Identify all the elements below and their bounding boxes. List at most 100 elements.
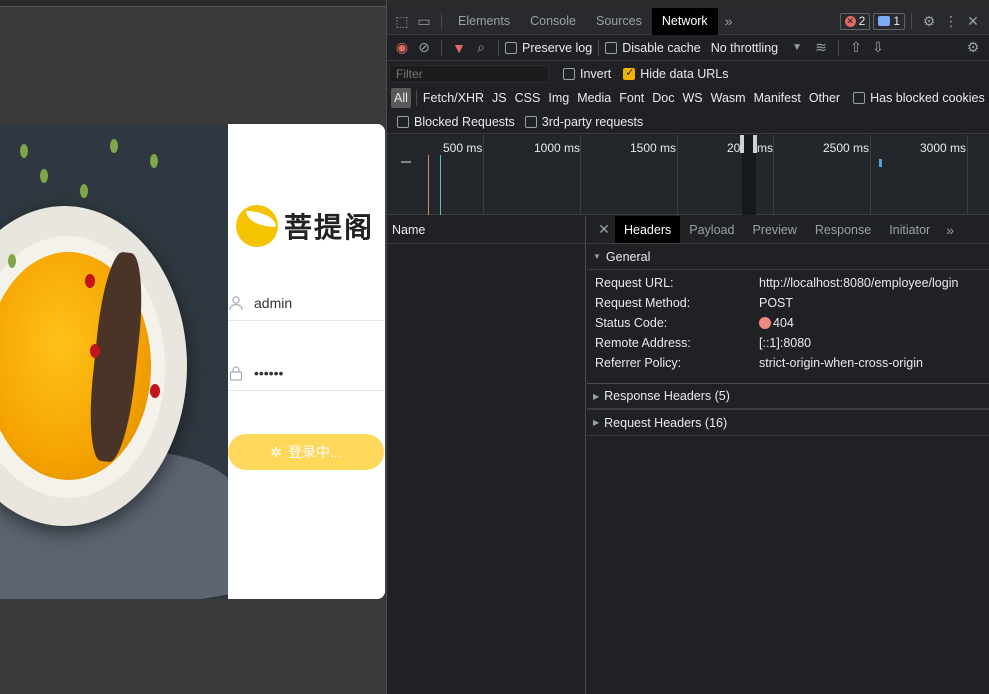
filter-type-fetch-xhr[interactable]: Fetch/XHR [420, 88, 487, 108]
hide-data-urls-checkbox[interactable]: Hide data URLs [623, 66, 729, 81]
tab-elements[interactable]: Elements [448, 8, 520, 35]
collapsed-triangle-icon: ▶ [593, 391, 600, 401]
export-har-download-icon[interactable]: ⇩ [867, 38, 889, 58]
general-row: Request URL: http://localhost:8080/emplo… [587, 273, 989, 293]
invert-label: Invert [580, 67, 612, 81]
has-blocked-cookies-label: Has blocked cookies [870, 91, 985, 105]
request-url-value: http://localhost:8080/employee/login [759, 276, 959, 290]
search-icon[interactable]: ⌕ [470, 38, 492, 58]
request-headers-title: Request Headers (16) [604, 415, 728, 430]
tab-preview[interactable]: Preview [743, 216, 805, 243]
filter-type-img[interactable]: Img [545, 88, 572, 108]
tab-headers[interactable]: Headers [615, 216, 681, 243]
general-row: Referrer Policy: strict-origin-when-cros… [587, 353, 989, 373]
timeline-gridline [483, 135, 484, 215]
leaf-shape [8, 254, 16, 268]
domcontentloaded-marker [440, 155, 441, 215]
brand-logo: 菩提阁 [236, 204, 385, 248]
general-title: General [605, 249, 651, 264]
filter-type-doc[interactable]: Doc [649, 88, 677, 108]
errors-badge[interactable]: ✕ 2 [839, 12, 871, 30]
timeline-grip-right[interactable] [753, 135, 757, 153]
toolbar-divider [838, 39, 840, 56]
messages-count: 1 [893, 14, 900, 28]
filter-type-font[interactable]: Font [616, 88, 647, 108]
settings-gear-icon[interactable]: ⚙ [918, 11, 940, 31]
filter-type-manifest[interactable]: Manifest [751, 88, 804, 108]
close-details-icon[interactable]: ✕ [593, 220, 615, 240]
leaf-shape [20, 144, 28, 158]
timeline-gridline [773, 135, 774, 215]
timeline-gridline [677, 135, 678, 215]
blocked-requests-checkbox[interactable]: Blocked Requests [397, 115, 515, 129]
more-tabs-chevron-icon[interactable]: » [718, 11, 740, 31]
checkbox-box [524, 115, 537, 128]
request-headers-section[interactable]: ▶ Request Headers (16) [587, 410, 989, 436]
resource-type-filters: All Fetch/XHR JS CSS Img Media Font Doc … [387, 86, 989, 110]
tab-response[interactable]: Response [806, 216, 880, 243]
referrer-policy-key: Referrer Policy: [595, 356, 682, 370]
tab-console[interactable]: Console [520, 8, 586, 35]
login-card: 菩提阁 admin •••••• ✲ 登录中... [0, 124, 385, 599]
filter-type-all[interactable]: All [391, 88, 411, 108]
general-section-header[interactable]: ▼ General [587, 244, 989, 270]
device-toolbar-icon[interactable]: ▭ [413, 11, 435, 31]
password-value: •••••• [254, 364, 284, 381]
tab-payload[interactable]: Payload [680, 216, 743, 243]
response-headers-section[interactable]: ▶ Response Headers (5) [587, 384, 989, 410]
general-row: Status Code: 404 [587, 313, 989, 333]
checkbox-box [605, 41, 618, 54]
general-row: Remote Address: [::1]:8080 [587, 333, 989, 353]
tab-sources[interactable]: Sources [586, 8, 652, 35]
network-toolbar: ◉ ⊘ ▼ ⌕ Preserve log Disable cache No th… [387, 35, 989, 61]
filter-type-css[interactable]: CSS [512, 88, 544, 108]
has-blocked-cookies-checkbox[interactable]: Has blocked cookies [853, 91, 985, 105]
filter-bar: Invert Hide data URLs [387, 62, 989, 86]
hide-data-urls-label: Hide data URLs [640, 67, 729, 81]
inspect-element-icon[interactable]: ⬚ [391, 11, 413, 31]
network-settings-gear-icon[interactable]: ⚙ [962, 38, 984, 58]
record-stop-icon[interactable]: ◉ [391, 38, 413, 58]
clear-icon[interactable]: ⊘ [413, 38, 435, 58]
preserve-log-checkbox[interactable]: Preserve log [505, 41, 592, 55]
filter-type-other[interactable]: Other [806, 88, 843, 108]
filter-funnel-icon[interactable]: ▼ [448, 38, 470, 58]
more-tabs-chevron-icon[interactable]: » [939, 220, 961, 240]
network-conditions-wifi-icon[interactable]: ≋ [810, 38, 832, 58]
filter-type-media[interactable]: Media [574, 88, 614, 108]
close-icon[interactable]: ✕ [962, 11, 984, 31]
blocked-requests-label: Blocked Requests [414, 114, 515, 129]
more-options-icon[interactable]: ⋮ [940, 11, 962, 31]
network-overview-timeline[interactable]: 500 ms 1000 ms 1500 ms 2000 ms 2500 ms 3… [387, 135, 989, 215]
request-method-value: POST [759, 296, 794, 310]
request-bar [879, 159, 882, 167]
filter-type-wasm[interactable]: Wasm [708, 88, 749, 108]
leaf-shape [80, 184, 88, 198]
checkbox-box [505, 41, 517, 54]
invert-checkbox[interactable]: Invert [563, 67, 611, 81]
timeline-grip-left[interactable] [740, 135, 744, 153]
disable-cache-checkbox[interactable]: Disable cache [605, 41, 701, 55]
details-tabs: ✕ Headers Payload Preview Response Initi… [587, 216, 989, 244]
login-button[interactable]: ✲ 登录中... [228, 434, 384, 470]
username-field[interactable]: admin [228, 285, 385, 321]
tab-network[interactable]: Network [651, 7, 718, 35]
timeline-tick: 500 ms [443, 141, 483, 155]
filter-type-js[interactable]: JS [489, 88, 510, 108]
name-column-header[interactable]: Name [387, 216, 585, 244]
third-party-checkbox[interactable]: 3rd-party requests [524, 115, 643, 129]
filter-type-ws[interactable]: WS [679, 88, 705, 108]
checkbox-box [563, 68, 575, 80]
throttling-select[interactable]: No throttling ▼ [711, 41, 802, 55]
toolbar-divider [598, 39, 600, 56]
brand-name: 菩提阁 [284, 211, 375, 244]
berry-shape [150, 384, 160, 398]
toolbar-divider [498, 39, 499, 56]
messages-badge[interactable]: 1 [873, 12, 905, 30]
filter-input[interactable] [389, 65, 549, 83]
tab-initiator[interactable]: Initiator [880, 216, 939, 243]
password-field[interactable]: •••••• [228, 355, 385, 391]
error-icon: ✕ [844, 15, 856, 27]
import-har-upload-icon[interactable]: ⇧ [845, 38, 867, 58]
user-icon [228, 295, 244, 311]
